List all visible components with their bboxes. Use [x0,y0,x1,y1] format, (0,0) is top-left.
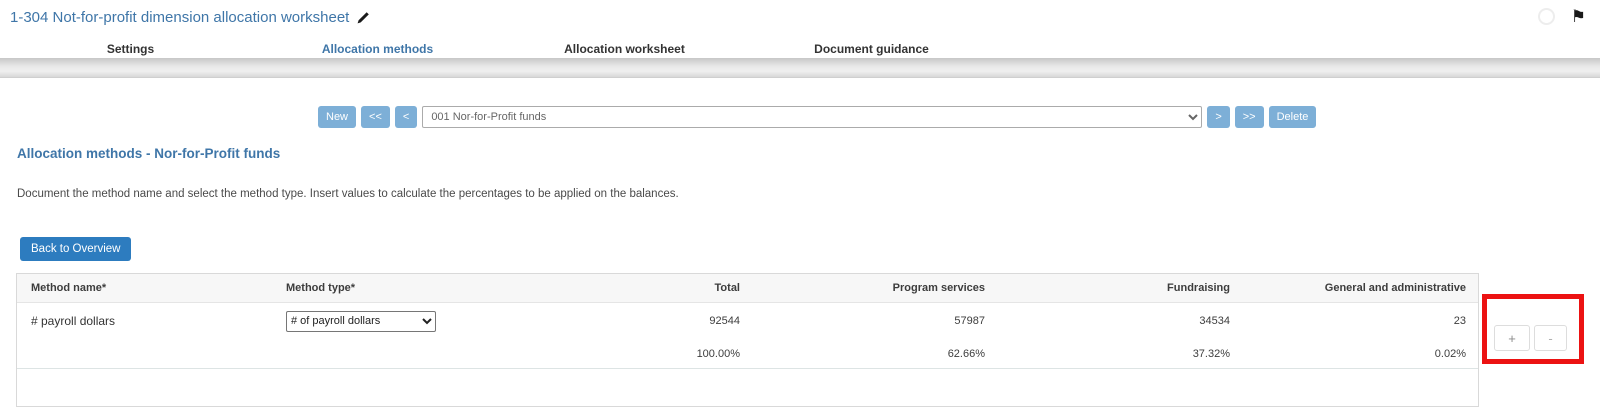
column-header-program-services: Program services [752,282,997,294]
flag-icon[interactable]: ⚑ [1571,8,1586,25]
previous-document-button[interactable]: < [395,106,417,128]
new-button[interactable]: New [318,106,356,128]
section-heading: Allocation methods - Nor-for-Profit fund… [17,146,280,161]
page-title-row: 1-304 Not-for-profit dimension allocatio… [10,9,370,26]
next-document-button[interactable]: > [1207,106,1229,128]
method-type-select[interactable]: # of payroll dollars [286,311,436,332]
table-row: # payroll dollars # of payroll dollars 9… [17,303,1478,339]
program-services-percent-cell: 62.66% [752,348,997,360]
total-percent-cell: 100.00% [507,348,752,360]
document-toolbar: New << < 001 Nor-for-Profit funds > >> D… [318,106,1316,128]
header-icons: ⚑ [1538,8,1586,25]
fundraising-percent-cell: 37.32% [997,348,1242,360]
column-header-method-type: Method type* [272,282,507,294]
column-header-total: Total [507,282,752,294]
program-services-value-cell[interactable]: 57987 [752,315,997,327]
column-header-general-administrative: General and administrative [1242,282,1478,294]
general-administrative-value-cell[interactable]: 23 [1242,315,1478,327]
section-description: Document the method name and select the … [17,188,679,200]
add-row-button[interactable]: + [1494,325,1530,351]
column-header-fundraising: Fundraising [997,282,1242,294]
status-circle-icon [1538,8,1555,25]
table-header-row: Method name* Method type* Total Program … [17,274,1478,303]
page-title: 1-304 Not-for-profit dimension allocatio… [10,9,349,26]
delete-button[interactable]: Delete [1269,106,1317,128]
edit-title-pencil-icon[interactable] [356,11,370,25]
last-document-button[interactable]: >> [1235,106,1264,128]
general-administrative-percent-cell: 0.02% [1242,348,1478,360]
fundraising-value-cell[interactable]: 34534 [997,315,1242,327]
document-selector[interactable]: 001 Nor-for-Profit funds [422,106,1202,128]
method-type-cell: # of payroll dollars [272,311,507,332]
percentage-row: 100.00% 62.66% 37.32% 0.02% [17,339,1478,369]
toolbar-divider-bar [0,58,1600,78]
allocation-methods-table: Method name* Method type* Total Program … [16,273,1479,407]
total-value-cell[interactable]: 92544 [507,315,752,327]
method-name-cell[interactable]: # payroll dollars [17,314,272,328]
first-document-button[interactable]: << [361,106,390,128]
column-header-method-name: Method name* [17,282,272,294]
remove-row-button[interactable]: - [1534,325,1567,351]
back-to-overview-button[interactable]: Back to Overview [20,237,131,261]
